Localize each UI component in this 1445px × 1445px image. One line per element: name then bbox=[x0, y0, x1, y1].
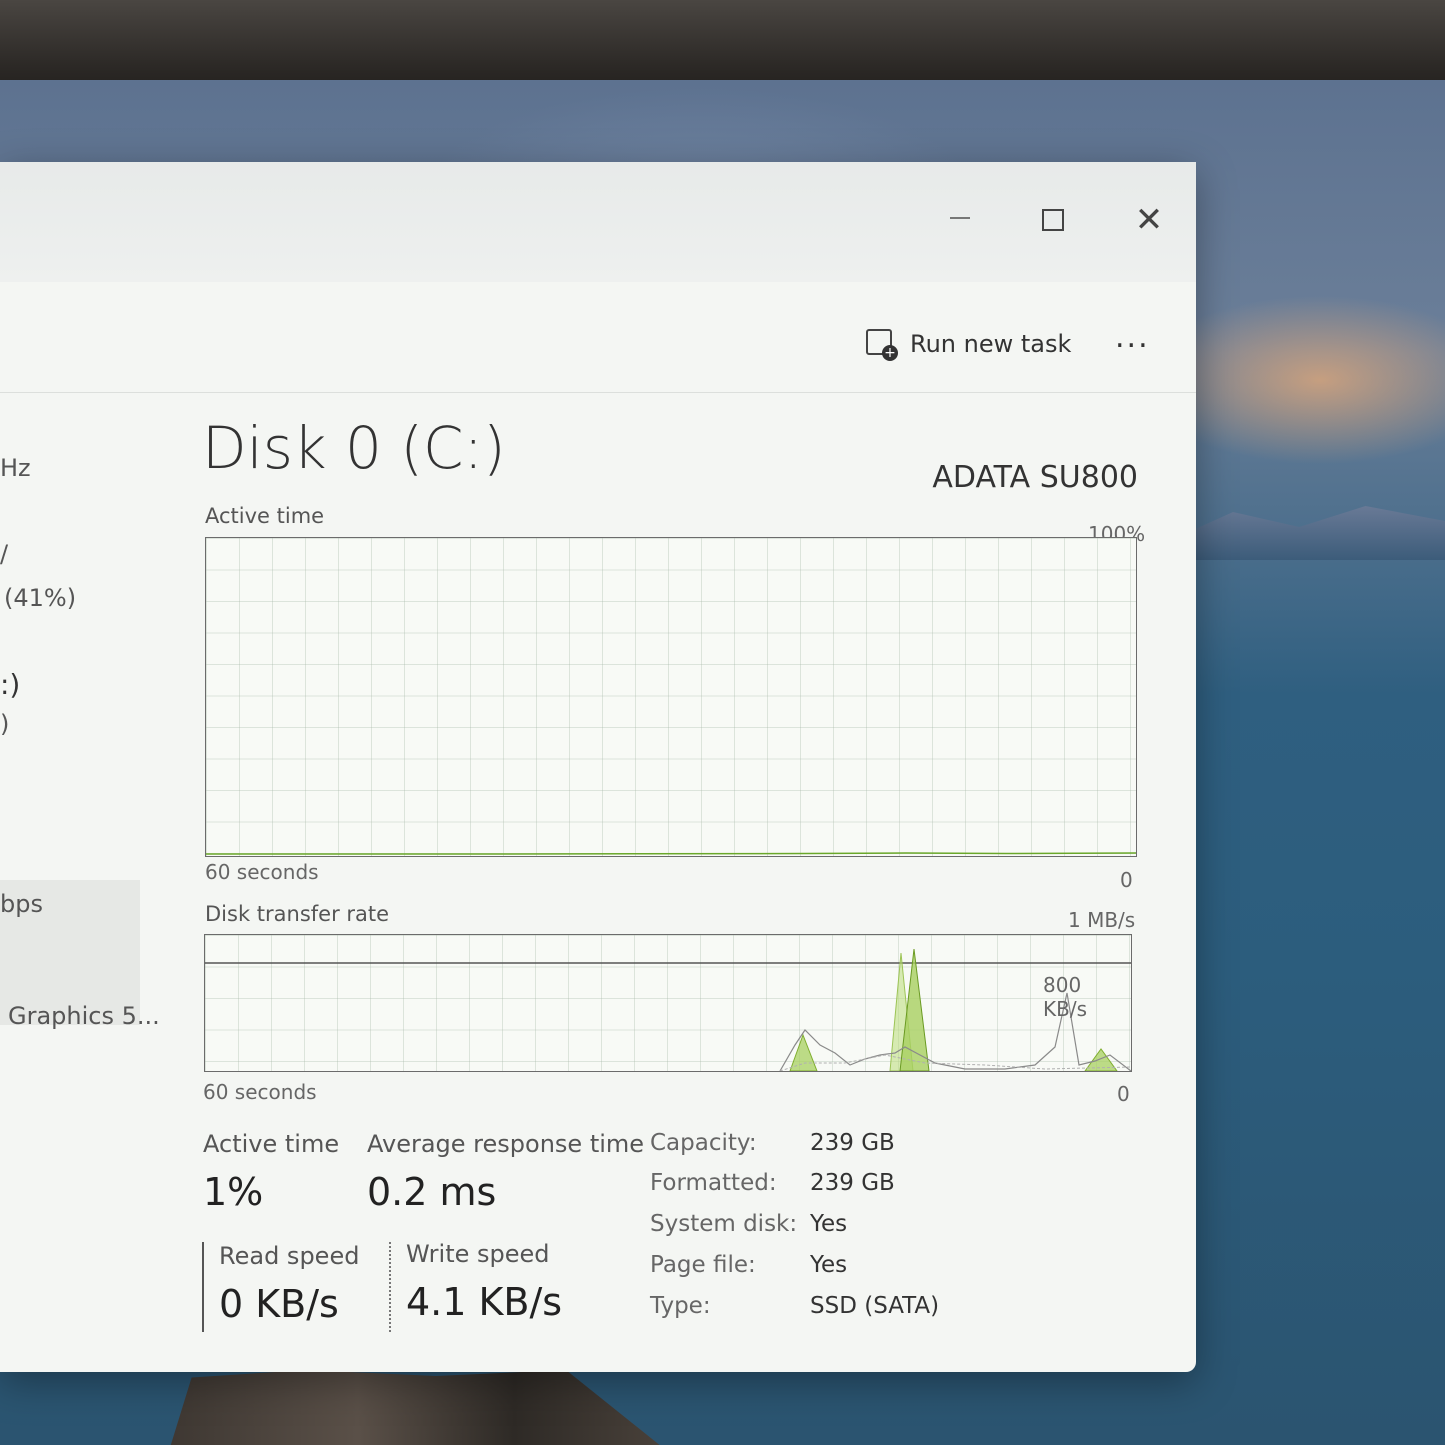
sidebar-item-memory-usage: (41%) bbox=[4, 584, 77, 612]
minimize-icon bbox=[950, 217, 970, 219]
minimize-button[interactable] bbox=[935, 200, 985, 240]
sidebar-item-disk[interactable]: :) bbox=[0, 668, 20, 701]
active-time-min-label: 0 bbox=[1120, 868, 1133, 892]
avg-response-time-label: Average response time bbox=[367, 1130, 645, 1158]
capacity-value: 239 GB bbox=[810, 1130, 895, 1156]
read-speed-value: 0 KB/s bbox=[219, 1282, 339, 1326]
transfer-rate-duration-label: 60 seconds bbox=[203, 1080, 317, 1104]
page-file-label: Page file: bbox=[650, 1252, 756, 1278]
formatted-label: Formatted: bbox=[650, 1170, 777, 1196]
run-task-icon: + bbox=[866, 329, 898, 361]
avg-response-time-value: 0.2 ms bbox=[367, 1170, 497, 1214]
active-time-stat-label: Active time bbox=[203, 1130, 340, 1158]
read-speed-indicator bbox=[202, 1242, 204, 1332]
read-speed-label: Read speed bbox=[219, 1242, 360, 1270]
performance-sidebar: Hz / (41%) :) ) bps Graphics 5... bbox=[0, 392, 160, 1292]
system-disk-label: System disk: bbox=[650, 1211, 798, 1237]
transfer-rate-mid-label: 800 KB/s bbox=[1043, 973, 1087, 1021]
active-time-plot bbox=[206, 852, 1136, 855]
sidebar-item-disk-sub: ) bbox=[0, 710, 10, 738]
active-time-stat-value: 1% bbox=[203, 1170, 264, 1214]
sidebar-item-cpu-speed[interactable]: Hz bbox=[0, 454, 31, 482]
page-title: Disk 0 (C:) bbox=[202, 414, 506, 482]
sidebar-item-gpu[interactable]: Graphics 5... bbox=[8, 1002, 160, 1030]
more-options-button[interactable]: ... bbox=[1115, 320, 1150, 355]
type-value: SSD (SATA) bbox=[810, 1293, 940, 1319]
write-series-area-1 bbox=[789, 1033, 818, 1071]
write-speed-indicator bbox=[389, 1242, 391, 1332]
maximize-button[interactable] bbox=[1028, 200, 1078, 240]
transfer-rate-max-label: 1 MB/s bbox=[1068, 908, 1136, 932]
run-new-task-label: Run new task bbox=[910, 330, 1072, 358]
capacity-label: Capacity: bbox=[650, 1130, 757, 1156]
close-button[interactable]: ✕ bbox=[1124, 200, 1174, 240]
wallpaper-mountains bbox=[1180, 506, 1445, 560]
type-label: Type: bbox=[650, 1293, 711, 1319]
transfer-rate-graph-label: Disk transfer rate bbox=[205, 902, 390, 926]
toolbar: + Run new task ... bbox=[0, 282, 1196, 393]
title-bar[interactable]: ✕ bbox=[0, 162, 1196, 282]
maximize-icon bbox=[1042, 209, 1064, 231]
disk-model: ADATA SU800 bbox=[932, 460, 1138, 495]
task-manager-window: ✕ + Run new task ... Hz / (41%) :) ) bps… bbox=[0, 162, 1196, 1372]
close-icon: ✕ bbox=[1134, 200, 1164, 240]
transfer-rate-graph: 800 KB/s bbox=[204, 934, 1132, 1072]
write-speed-label: Write speed bbox=[406, 1240, 550, 1268]
write-speed-value: 4.1 KB/s bbox=[406, 1280, 563, 1324]
active-time-series-line bbox=[206, 852, 1136, 855]
active-time-graph-label: Active time bbox=[205, 504, 325, 528]
page-file-value: Yes bbox=[810, 1252, 848, 1278]
system-disk-value: Yes bbox=[810, 1211, 848, 1237]
active-time-graph bbox=[205, 537, 1137, 857]
run-new-task-button[interactable]: + Run new task bbox=[866, 322, 1071, 366]
formatted-value: 239 GB bbox=[810, 1170, 895, 1196]
sidebar-item-network[interactable]: bps bbox=[0, 890, 43, 918]
transfer-rate-min-label: 0 bbox=[1117, 1082, 1130, 1106]
active-time-duration-label: 60 seconds bbox=[205, 860, 319, 884]
transfer-rate-plot bbox=[205, 948, 1131, 1071]
sidebar-item-memory[interactable]: / bbox=[0, 540, 8, 568]
